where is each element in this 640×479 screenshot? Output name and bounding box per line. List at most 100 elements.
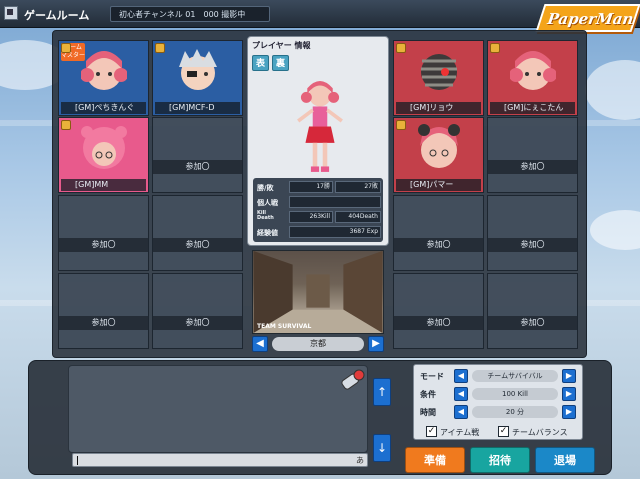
- individual-value: [289, 196, 381, 208]
- player-slot[interactable]: [GM]リョウ: [393, 40, 484, 116]
- empty-slot[interactable]: 参加〇: [152, 273, 243, 349]
- setting-mode: モード ◀ チームサバイバル ▶: [418, 369, 580, 384]
- rank-icon: [490, 43, 500, 53]
- channel-info: 初心者チャンネル 01 000 撮影中: [110, 6, 270, 22]
- rank-icon: [155, 43, 165, 53]
- tab-back[interactable]: 裏: [272, 55, 289, 71]
- logo-text: PaperMan: [546, 10, 635, 28]
- player-name-text: [GM]MCF-D: [169, 103, 215, 112]
- item-battle-checkbox[interactable]: ✓: [426, 426, 437, 437]
- map-preview-scene: [253, 251, 383, 333]
- join-slot-label: 参加〇: [59, 316, 148, 330]
- setting-time: 時間 ◀ 20 分 ▶: [418, 405, 580, 420]
- map-selector: ◀ 京都 ▶: [252, 336, 384, 352]
- rank-icon: [396, 43, 406, 53]
- player-name: [GM]MCF-D: [155, 102, 240, 114]
- room-title: ゲームルーム: [24, 9, 90, 22]
- join-slot-label: 参加〇: [488, 238, 577, 252]
- chat-input[interactable]: あ: [72, 453, 368, 467]
- empty-slot[interactable]: 参加〇: [58, 195, 149, 271]
- text-caret: [77, 456, 78, 465]
- ready-button[interactable]: 準備: [405, 447, 465, 473]
- empty-slot[interactable]: 参加〇: [152, 195, 243, 271]
- leave-button[interactable]: 退場: [535, 447, 595, 473]
- invite-button[interactable]: 招待: [470, 447, 530, 473]
- join-slot-label: 参加〇: [153, 160, 242, 174]
- chat-scroll-up-button[interactable]: ↑: [373, 378, 391, 406]
- condition-value: 100 Kill: [472, 388, 558, 400]
- map-preview: TEAM SURVIVAL: [252, 250, 384, 334]
- player-name: [GM]にぇこたん: [490, 102, 575, 114]
- player-info-title: プレイヤー 情報: [252, 41, 311, 50]
- team-balance-checkbox[interactable]: ✓: [498, 426, 509, 437]
- join-slot-label: 参加〇: [488, 316, 577, 330]
- rank-icon: [396, 120, 406, 130]
- player-stats: 勝/敗 17勝 27敗 個人戦 Kill Death 263Kill 404De…: [253, 178, 383, 242]
- time-next-button[interactable]: ▶: [562, 405, 576, 419]
- empty-slot[interactable]: 参加〇: [487, 117, 578, 193]
- mode-prev-button[interactable]: ◀: [454, 369, 468, 383]
- mode-next-button[interactable]: ▶: [562, 369, 576, 383]
- map-name: 京都: [272, 337, 364, 351]
- mode-value: チームサバイバル: [472, 370, 558, 382]
- chat-scroll-down-button[interactable]: ↓: [373, 434, 391, 462]
- empty-slot[interactable]: 参加〇: [152, 117, 243, 193]
- player-name: [GM]ぺちきんぐ: [61, 102, 146, 114]
- setting-label: 時間: [420, 408, 436, 417]
- join-slot-label: 参加〇: [394, 316, 483, 330]
- player-name: [GM]リョウ: [396, 102, 481, 114]
- rank-icon: [61, 120, 71, 130]
- input-mode-indicator: あ: [356, 456, 364, 465]
- stat-row-winloss: 勝/敗 17勝 27敗: [255, 180, 381, 194]
- background-cloud: [585, 60, 640, 120]
- avatar: [510, 51, 556, 90]
- player-slot[interactable]: [GM]MCF-D: [152, 40, 243, 116]
- player-slot[interactable]: ルーム マスター [GM]ぺちきんぐ: [58, 40, 149, 116]
- paperman-logo: PaperMan: [535, 4, 640, 32]
- condition-next-button[interactable]: ▶: [562, 387, 576, 401]
- item-battle-option[interactable]: ✓ アイテム戦: [426, 425, 496, 439]
- player-slot[interactable]: [GM]MM: [58, 117, 149, 193]
- player-name-text: [GM]にぇこたん: [504, 103, 564, 112]
- losses-value: 27敗: [335, 181, 381, 193]
- empty-slot[interactable]: 参加〇: [393, 273, 484, 349]
- avatar: [81, 51, 127, 90]
- join-slot-label: 参加〇: [394, 238, 483, 252]
- empty-slot[interactable]: 参加〇: [487, 273, 578, 349]
- item-battle-label: アイテム戦: [440, 428, 480, 437]
- empty-slot[interactable]: 参加〇: [393, 195, 484, 271]
- join-slot-label: 参加〇: [153, 316, 242, 330]
- time-prev-button[interactable]: ◀: [454, 405, 468, 419]
- empty-slot[interactable]: 参加〇: [58, 273, 149, 349]
- player-name-text: [GM]リョウ: [410, 103, 454, 112]
- condition-prev-button[interactable]: ◀: [454, 387, 468, 401]
- avatar: [81, 126, 127, 169]
- join-slot-label: 参加〇: [59, 238, 148, 252]
- avatar: [421, 54, 457, 90]
- setting-label: モード: [420, 372, 444, 381]
- player-slot[interactable]: [GM]パマー: [393, 117, 484, 193]
- time-value: 20 分: [472, 406, 558, 418]
- map-next-button[interactable]: ▶: [368, 336, 384, 352]
- team-balance-option[interactable]: ✓ チームバランス: [498, 425, 580, 439]
- chat-log[interactable]: [68, 365, 368, 453]
- stat-row-exp: 経験値 3687 Exp: [255, 225, 381, 239]
- tab-front[interactable]: 表: [252, 55, 269, 71]
- winloss-label: 勝/敗: [257, 184, 274, 192]
- join-slot-label: 参加〇: [153, 238, 242, 252]
- stat-row-killdeath: Kill Death 263Kill 404Death: [255, 210, 381, 224]
- setting-condition: 条件 ◀ 100 Kill ▶: [418, 387, 580, 402]
- individual-label: 個人戦: [257, 199, 278, 207]
- empty-slot[interactable]: 参加〇: [487, 195, 578, 271]
- player-name: [GM]パマー: [396, 179, 481, 191]
- avatar: [179, 49, 217, 90]
- kills-value: 263Kill: [289, 211, 333, 223]
- player-slot[interactable]: [GM]にぇこたん: [487, 40, 578, 116]
- join-slot-label: 参加〇: [488, 160, 577, 174]
- channel-text: 初心者チャンネル 01 000 撮影中: [119, 10, 246, 19]
- wins-value: 17勝: [289, 181, 333, 193]
- map-prev-button[interactable]: ◀: [252, 336, 268, 352]
- game-settings-panel: モード ◀ チームサバイバル ▶ 条件 ◀ 100 Kill ▶ 時間 ◀ 20…: [413, 364, 583, 440]
- room-icon: [4, 6, 18, 20]
- microphone-icon[interactable]: [336, 366, 366, 396]
